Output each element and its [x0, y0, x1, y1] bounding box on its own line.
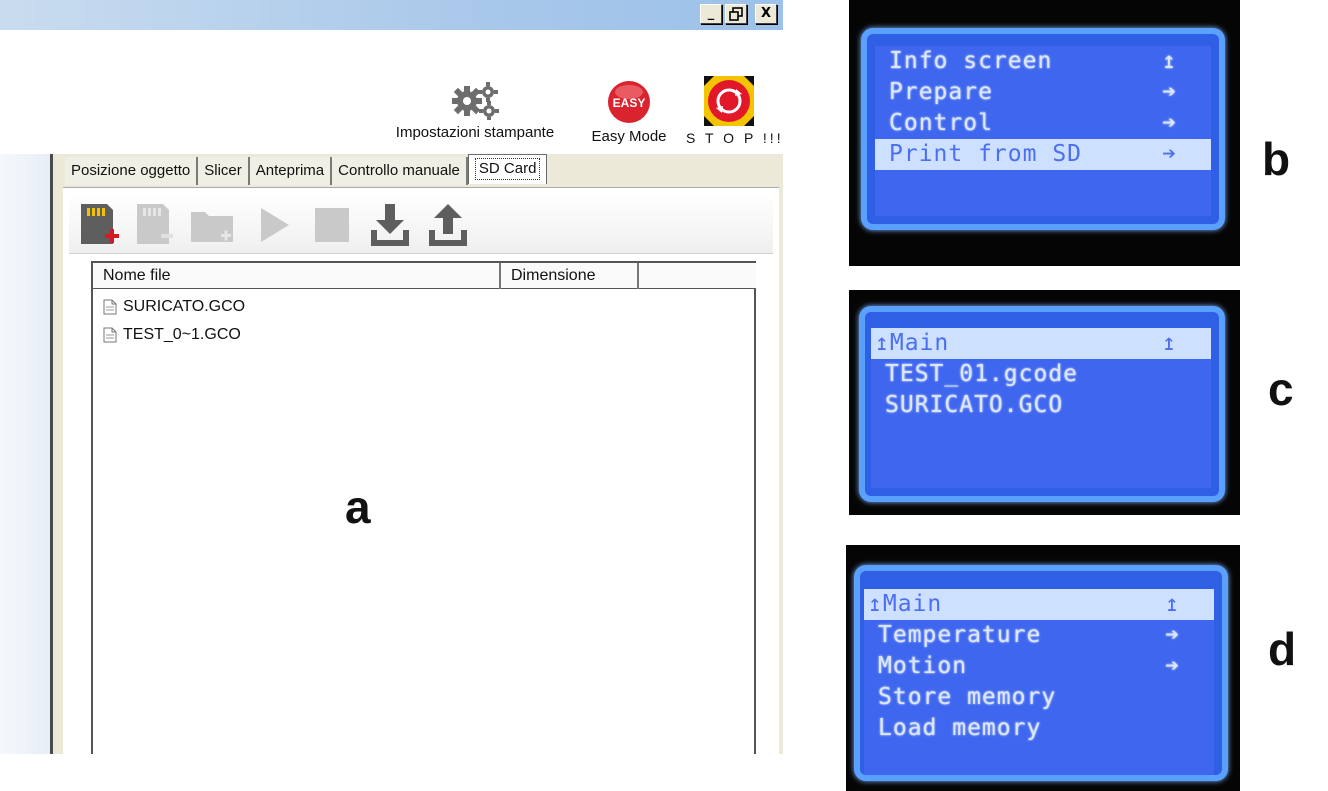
column-header-empty [639, 263, 756, 289]
printer-settings-button[interactable]: Impostazioni stampante [380, 80, 570, 141]
file-icon [103, 299, 117, 315]
tab-anteprima[interactable]: Anteprima [249, 157, 333, 185]
download-icon [371, 204, 409, 246]
emergency-stop-icon [704, 76, 754, 126]
lcd-photo-b: Info screen ↥ Prepare ➔ Control ➔ Print fro… [849, 0, 1240, 266]
up-arrow-icon: ↥ [1162, 48, 1177, 74]
up-arrow-icon: ↥ [1165, 591, 1180, 617]
up-arrow-icon: ↥ [1162, 330, 1177, 356]
sd-card-panel: Nome file Dimensione SURICATO.GCO TEST_0… [63, 187, 779, 754]
right-pane: Posizione oggetto Slicer Anteprima Contr… [63, 154, 783, 754]
emergency-stop-button[interactable]: S T O P !!! [686, 76, 783, 146]
tab-controllo-manuale[interactable]: Controllo manuale [332, 157, 468, 185]
easy-mode-button[interactable]: EASY Easy Mode [583, 80, 675, 145]
easy-mode-label: Easy Mode [591, 128, 667, 145]
unmount-sd-button[interactable] [129, 200, 177, 250]
left-pane [0, 154, 53, 754]
new-folder-icon [191, 212, 233, 242]
restore-icon [729, 7, 743, 21]
lcd-menu-item-main: ↥Main ↥ [864, 589, 1214, 620]
right-arrow-icon: ➔ [1162, 79, 1177, 105]
stop-print-button[interactable] [307, 200, 355, 250]
tab-slicer[interactable]: Slicer [198, 157, 250, 185]
right-arrow-icon: ➔ [1162, 141, 1177, 167]
emergency-stop-label: S T O P !!! [686, 130, 783, 146]
column-header-file-name[interactable]: Nome file [93, 263, 501, 289]
lcd-menu-item-motion: Motion ➔ [864, 651, 1214, 682]
lcd-menu-item-prepare: Prepare ➔ [875, 77, 1211, 108]
panel-label-a: a [345, 481, 371, 533]
lcd-menu-item-print-from-sd: Print from SD ➔ [875, 139, 1211, 170]
window-titlebar: _ X [0, 0, 783, 30]
tab-bar: Posizione oggetto Slicer Anteprima Contr… [65, 154, 548, 187]
lcd-menu-item-load-memory: Load memory [878, 715, 1042, 741]
mount-sd-button[interactable] [73, 200, 121, 250]
tab-sd-card[interactable]: SD Card [467, 154, 548, 184]
lcd-display-b: Info screen ↥ Prepare ➔ Control ➔ Print fro… [875, 46, 1211, 216]
table-row[interactable]: SURICATO.GCO [103, 293, 245, 321]
sd-add-icon [81, 204, 119, 244]
lcd-menu-item-main: ↥Main ↥ [871, 328, 1211, 359]
upload-button[interactable] [423, 200, 471, 250]
stop-icon [315, 208, 349, 242]
sd-file-table: Nome file Dimensione SURICATO.GCO TEST_0… [91, 261, 756, 754]
file-name: SURICATO.GCO [123, 298, 246, 315]
pane-splitter[interactable] [53, 154, 63, 754]
file-icon [103, 327, 117, 343]
panel-label-b: b [1262, 133, 1291, 185]
easy-badge-text: EASY [613, 96, 646, 110]
printer-app-window: _ X Impostazioni stampante EASY Easy Mod… [0, 0, 783, 754]
lcd-menu-item-info-screen: Info screen ↥ [875, 46, 1211, 77]
minimize-button[interactable]: _ [700, 4, 722, 24]
main-toolbar: Impostazioni stampante EASY Easy Mode S … [0, 30, 783, 154]
table-row[interactable]: TEST_0~1.GCO [103, 321, 245, 349]
lcd-screen-c: ↥Main ↥ TEST_01.gcode SURICATO.GCO [859, 306, 1225, 502]
lcd-photo-c: ↥Main ↥ TEST_01.gcode SURICATO.GCO [849, 290, 1240, 515]
printer-settings-label: Impostazioni stampante [395, 124, 555, 141]
panel-label-d: d [1268, 623, 1297, 675]
tab-sd-card-label: SD Card [474, 158, 541, 180]
lcd-menu-item-control: Control ➔ [875, 108, 1211, 139]
right-arrow-icon: ➔ [1165, 622, 1180, 648]
close-button[interactable]: X [755, 4, 777, 24]
file-list: SURICATO.GCO TEST_0~1.GCO [103, 293, 245, 349]
sd-remove-icon [137, 204, 173, 244]
table-header: Nome file Dimensione [93, 263, 756, 289]
lcd-screen-b: Info screen ↥ Prepare ➔ Control ➔ Print fro… [861, 28, 1225, 230]
start-print-button[interactable] [249, 200, 297, 250]
right-arrow-icon: ➔ [1162, 110, 1177, 136]
sd-toolbar [69, 194, 773, 254]
tab-posizione-oggetto[interactable]: Posizione oggetto [65, 157, 199, 185]
column-header-size[interactable]: Dimensione [501, 263, 639, 289]
lcd-file-item: TEST_01.gcode [885, 361, 1079, 387]
restore-button[interactable] [725, 4, 747, 24]
new-folder-button[interactable] [187, 200, 235, 250]
upload-icon [429, 204, 467, 246]
panel-label-c: c [1268, 363, 1294, 415]
file-name: TEST_0~1.GCO [123, 326, 241, 343]
lcd-display-d: ↥Main ↥ Temperature ➔ Motion ➔ Store memory… [864, 589, 1214, 775]
app-body: Impostazioni stampante EASY Easy Mode S … [0, 30, 783, 754]
right-arrow-icon: ➔ [1165, 653, 1180, 679]
play-icon [261, 208, 289, 242]
lcd-screen-d: ↥Main ↥ Temperature ➔ Motion ➔ Store memory… [854, 565, 1228, 781]
lcd-photo-d: ↥Main ↥ Temperature ➔ Motion ➔ Store memory… [846, 545, 1240, 791]
lcd-menu-item-temperature: Temperature ➔ [864, 620, 1214, 651]
lcd-menu-item-store-memory: Store memory [878, 684, 1057, 710]
easy-mode-icon: EASY [608, 81, 650, 123]
lcd-display-c: ↥Main ↥ TEST_01.gcode SURICATO.GCO [871, 328, 1211, 488]
download-button[interactable] [365, 200, 413, 250]
gears-icon [452, 82, 499, 120]
lcd-file-item: SURICATO.GCO [885, 392, 1064, 418]
